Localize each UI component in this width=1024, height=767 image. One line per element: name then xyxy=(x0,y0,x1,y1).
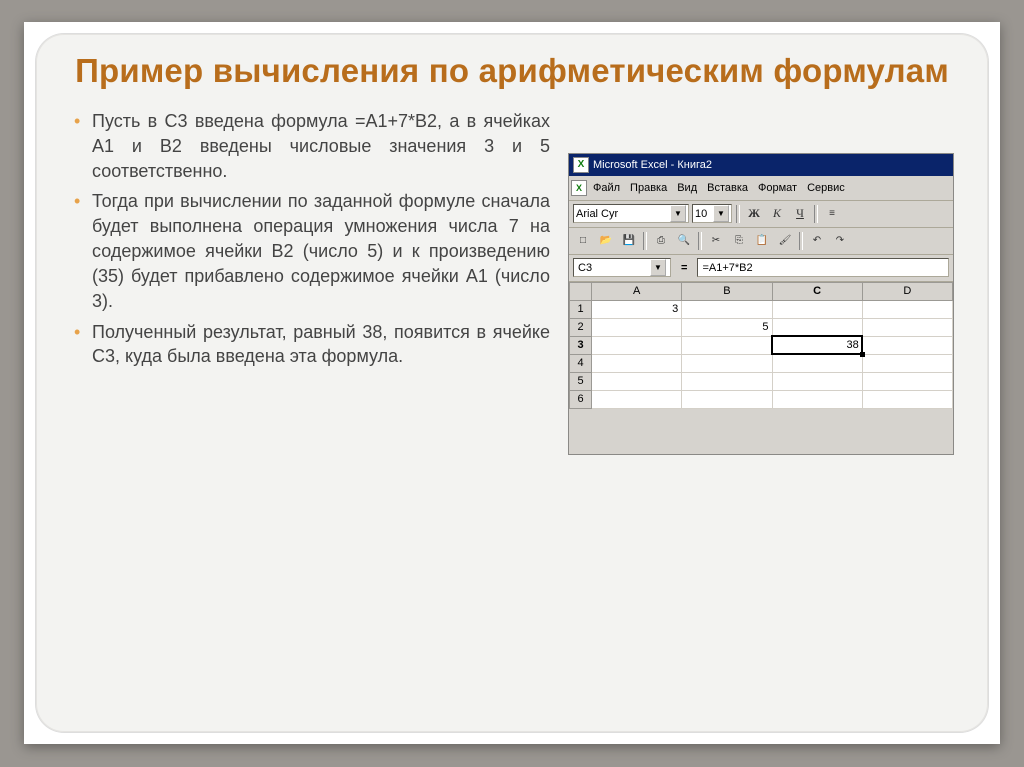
cell-c1[interactable] xyxy=(772,300,862,318)
row-header-1[interactable]: 1 xyxy=(570,300,592,318)
save-button[interactable]: 💾 xyxy=(619,231,639,251)
cell-b3[interactable] xyxy=(682,336,772,354)
cell-c4[interactable] xyxy=(772,354,862,372)
col-header-c[interactable]: C xyxy=(772,282,862,300)
cell-b6[interactable] xyxy=(682,390,772,408)
preview-button[interactable]: 🔍 xyxy=(674,231,694,251)
font-size-value: 10 xyxy=(695,208,707,220)
cell-b5[interactable] xyxy=(682,372,772,390)
format-toolbar: Arial Cyr ▼ 10 ▼ Ж К Ч ≡ xyxy=(569,201,953,228)
formula-bar-value: =A1+7*B2 xyxy=(702,262,752,274)
bullet-item: Тогда при вычислении по заданной формуле… xyxy=(70,189,550,313)
toolbar-separator xyxy=(799,232,803,250)
cell-d2[interactable] xyxy=(862,318,952,336)
spreadsheet-grid[interactable]: A B C D 1 3 2 xyxy=(569,282,953,409)
bullet-item: Пусть в С3 введена формула =А1+7*В2, а в… xyxy=(70,109,550,183)
cell-a6[interactable] xyxy=(592,390,682,408)
bold-button[interactable]: Ж xyxy=(744,204,764,224)
row-header-4[interactable]: 4 xyxy=(570,354,592,372)
slide-title: Пример вычисления по арифметическим форм… xyxy=(70,52,954,91)
menu-format[interactable]: Формат xyxy=(754,181,801,195)
titlebar: X Microsoft Excel - Книга2 xyxy=(569,154,953,176)
dropdown-arrow-icon[interactable]: ▼ xyxy=(670,205,686,222)
copy-button[interactable]: ⎘ xyxy=(729,231,749,251)
menu-view[interactable]: Вид xyxy=(673,181,701,195)
menu-insert[interactable]: Вставка xyxy=(703,181,752,195)
row-header-2[interactable]: 2 xyxy=(570,318,592,336)
cell-c2[interactable] xyxy=(772,318,862,336)
row-header-5[interactable]: 5 xyxy=(570,372,592,390)
name-box[interactable]: C3 ▼ xyxy=(573,258,671,277)
excel-app-icon: X xyxy=(573,157,589,173)
dropdown-arrow-icon[interactable]: ▼ xyxy=(713,205,729,222)
underline-button[interactable]: Ч xyxy=(790,204,810,224)
cell-c3[interactable]: 38 xyxy=(772,336,862,354)
excel-doc-icon: X xyxy=(571,180,587,196)
italic-button[interactable]: К xyxy=(767,204,787,224)
row-header-3[interactable]: 3 xyxy=(570,336,592,354)
cell-a5[interactable] xyxy=(592,372,682,390)
bullet-list: Пусть в С3 введена формула =А1+7*В2, а в… xyxy=(70,109,550,455)
cell-d5[interactable] xyxy=(862,372,952,390)
dropdown-arrow-icon[interactable]: ▼ xyxy=(650,259,666,276)
font-name-combo[interactable]: Arial Cyr ▼ xyxy=(573,204,689,223)
cell-c6[interactable] xyxy=(772,390,862,408)
cell-b2[interactable]: 5 xyxy=(682,318,772,336)
bullet-item: Полученный результат, равный 38, появитс… xyxy=(70,320,550,370)
cell-c5[interactable] xyxy=(772,372,862,390)
cell-b1[interactable] xyxy=(682,300,772,318)
format-painter-button[interactable]: 🖌 xyxy=(775,231,795,251)
cell-a4[interactable] xyxy=(592,354,682,372)
name-box-value: C3 xyxy=(578,262,592,274)
menu-file[interactable]: Файл xyxy=(589,181,624,195)
menu-edit[interactable]: Правка xyxy=(626,181,671,195)
cell-b4[interactable] xyxy=(682,354,772,372)
cell-d1[interactable] xyxy=(862,300,952,318)
toolbar-separator xyxy=(698,232,702,250)
col-header-a[interactable]: A xyxy=(592,282,682,300)
font-size-combo[interactable]: 10 ▼ xyxy=(692,204,732,223)
cell-a1[interactable]: 3 xyxy=(592,300,682,318)
window-title: Microsoft Excel - Книга2 xyxy=(593,159,712,171)
cell-a3[interactable] xyxy=(592,336,682,354)
cell-d3[interactable] xyxy=(862,336,952,354)
open-button[interactable]: 📂 xyxy=(596,231,616,251)
excel-window: X Microsoft Excel - Книга2 X Файл Правка… xyxy=(568,153,954,455)
standard-toolbar: □ 📂 💾 ⎙ 🔍 ✂ ⎘ 📋 🖌 ↶ ↷ xyxy=(569,228,953,255)
toolbar-separator xyxy=(814,205,818,223)
new-button[interactable]: □ xyxy=(573,231,593,251)
font-name-value: Arial Cyr xyxy=(576,208,618,220)
menubar: X Файл Правка Вид Вставка Формат Сервис xyxy=(569,176,953,201)
select-all-corner[interactable] xyxy=(570,282,592,300)
formula-bar-row: C3 ▼ = =A1+7*B2 xyxy=(569,255,953,282)
equals-label: = xyxy=(675,262,693,274)
align-left-button[interactable]: ≡ xyxy=(822,204,842,224)
col-header-d[interactable]: D xyxy=(862,282,952,300)
redo-button[interactable]: ↷ xyxy=(830,231,850,251)
toolbar-separator xyxy=(643,232,647,250)
cell-a2[interactable] xyxy=(592,318,682,336)
formula-bar[interactable]: =A1+7*B2 xyxy=(697,258,949,277)
paste-button[interactable]: 📋 xyxy=(752,231,772,251)
menu-tools[interactable]: Сервис xyxy=(803,181,849,195)
cut-button[interactable]: ✂ xyxy=(706,231,726,251)
row-header-6[interactable]: 6 xyxy=(570,390,592,408)
cell-d4[interactable] xyxy=(862,354,952,372)
print-button[interactable]: ⎙ xyxy=(651,231,671,251)
cell-d6[interactable] xyxy=(862,390,952,408)
undo-button[interactable]: ↶ xyxy=(807,231,827,251)
col-header-b[interactable]: B xyxy=(682,282,772,300)
toolbar-separator xyxy=(736,205,740,223)
